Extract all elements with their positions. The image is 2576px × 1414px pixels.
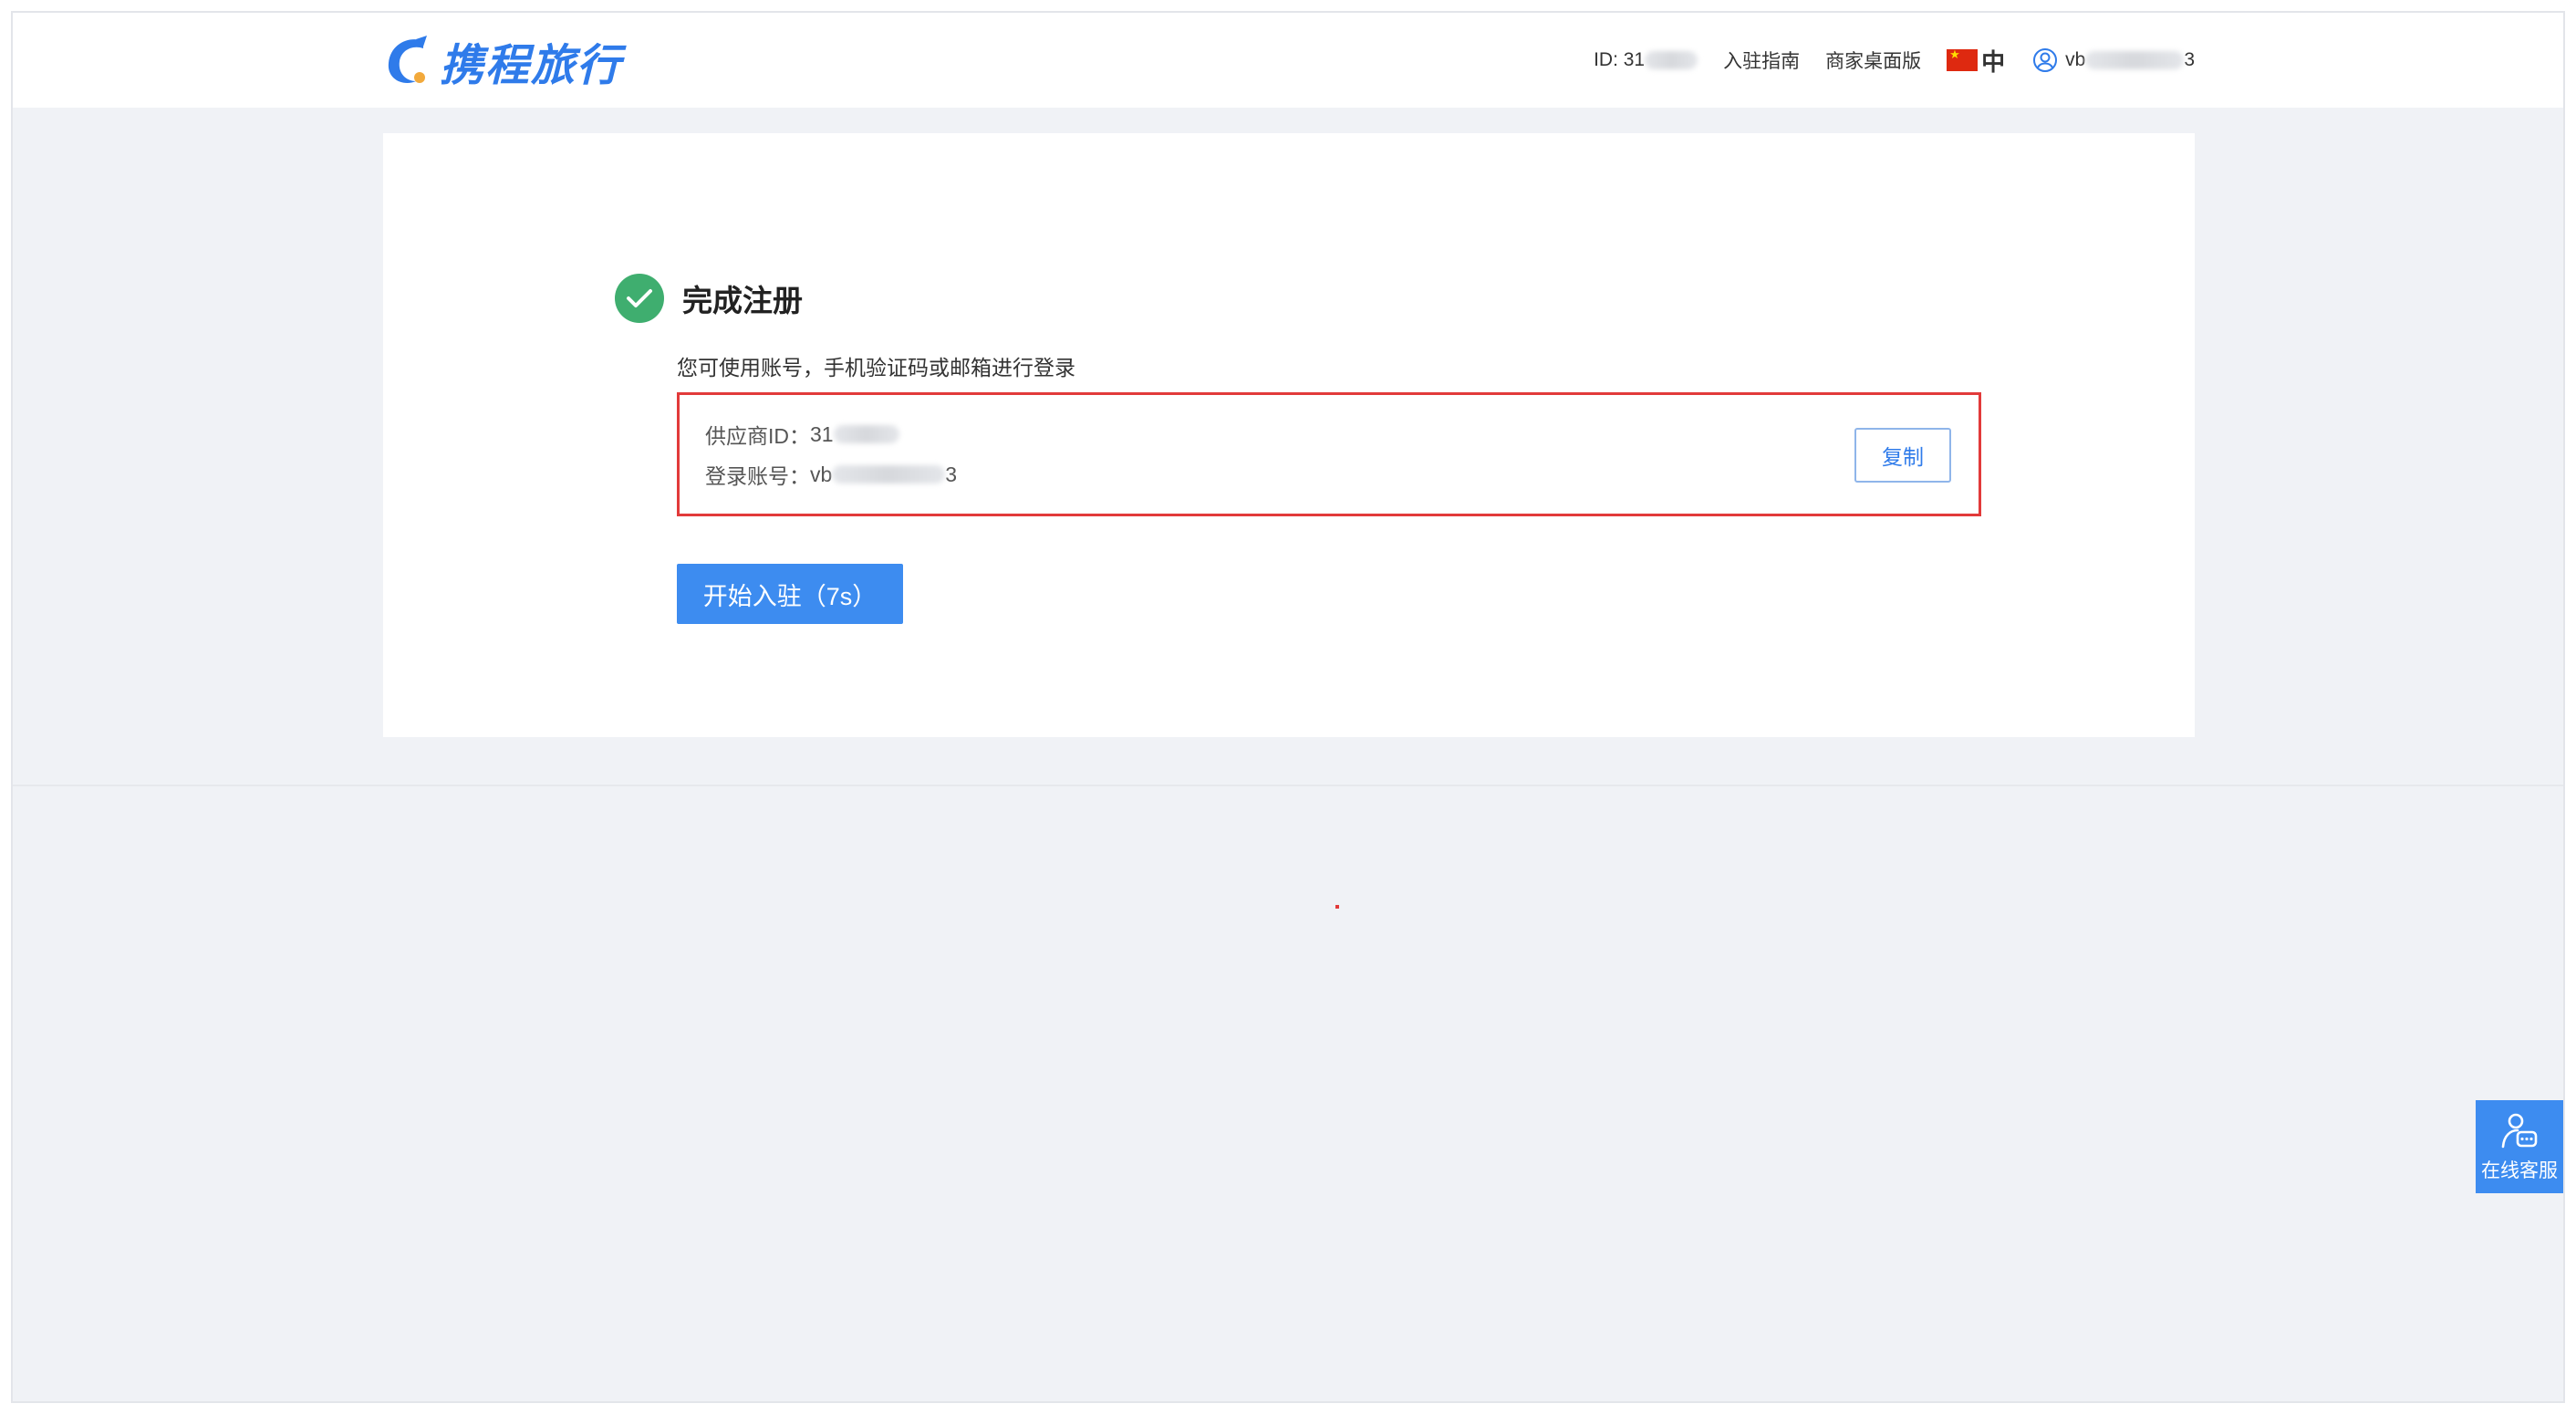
redacted-account: [832, 465, 946, 483]
nav-desktop-link[interactable]: 商家桌面版: [1825, 47, 1921, 74]
china-flag-icon: [1947, 47, 1979, 71]
nav-guide-link[interactable]: 入驻指南: [1723, 47, 1800, 74]
customer-service-icon: [2501, 1113, 2538, 1149]
top-header: 携程旅行 ID: 31 入驻指南 商家桌面版 中 vb 3: [13, 13, 2563, 108]
online-service-button[interactable]: 在线客服: [2476, 1100, 2563, 1193]
login-account-field-label: 登录账号：: [705, 464, 810, 488]
ctrip-logo[interactable]: 携程旅行: [383, 29, 622, 93]
supplier-id-value: 31: [810, 421, 834, 446]
user-name-suffix: 3: [2184, 49, 2195, 70]
online-service-label: 在线客服: [2481, 1160, 2558, 1181]
section-divider: [13, 785, 2563, 786]
login-account-prefix: vb: [810, 462, 833, 486]
registration-complete-card: 完成注册 您可使用账号，手机验证码或邮箱进行登录 供应商ID： 31 登录账号：…: [383, 133, 2195, 737]
user-menu[interactable]: vb 3: [2032, 47, 2195, 73]
user-avatar-icon: [2033, 48, 2058, 72]
success-check-icon: [615, 274, 664, 323]
redacted-username: [2085, 51, 2185, 69]
redacted-supplier-id: [833, 425, 899, 443]
supplier-id-display: ID: 31: [1594, 49, 1698, 71]
supplier-id-row: 供应商ID： 31: [705, 419, 899, 450]
start-onboarding-button[interactable]: 开始入驻（7s）: [677, 564, 903, 624]
page-frame: 携程旅行 ID: 31 入驻指南 商家桌面版 中 vb 3: [11, 11, 2565, 1403]
redacted-id: [1645, 51, 1698, 70]
login-account-row: 登录账号： vb 3: [705, 459, 957, 490]
login-account-suffix: 3: [945, 462, 958, 486]
language-switch[interactable]: 中: [1947, 44, 2005, 78]
logo-text: 携程旅行: [440, 40, 623, 91]
language-label: 中: [1981, 47, 2006, 76]
success-heading: 完成注册: [615, 274, 803, 323]
supplier-id-field-label: 供应商ID：: [705, 424, 810, 448]
header-nav: ID: 31 入驻指南 商家桌面版 中 vb 3: [1568, 13, 2195, 108]
supplier-id-label: ID: 31: [1594, 49, 1646, 70]
copy-button[interactable]: 复制: [1854, 428, 1951, 483]
red-marker-dot: [1335, 905, 1339, 909]
login-hint-text: 您可使用账号，手机验证码或邮箱进行登录: [677, 356, 1075, 379]
page-title: 完成注册: [682, 284, 803, 317]
account-info-box: 供应商ID： 31 登录账号： vb 3 复制: [677, 392, 1981, 516]
user-name-prefix: vb: [2065, 49, 2086, 70]
dolphin-logo-icon: [388, 36, 427, 83]
